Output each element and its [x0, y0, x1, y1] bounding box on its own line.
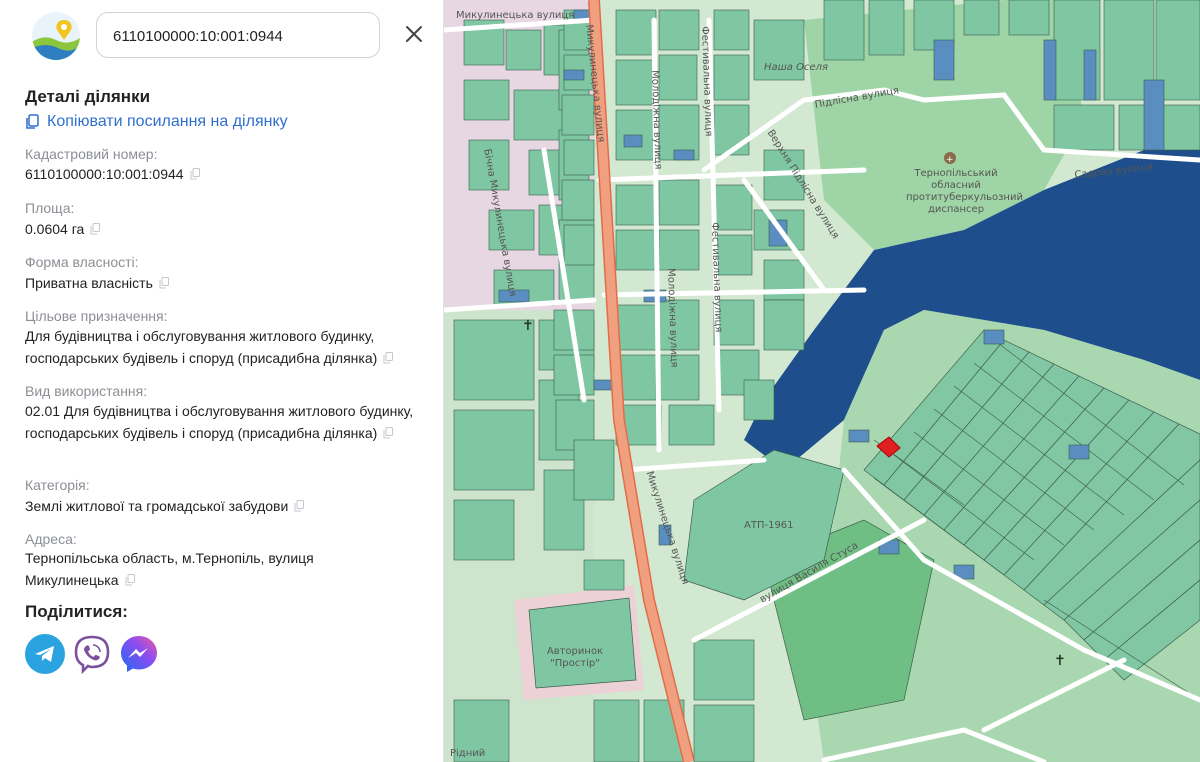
poi-label: АТП-1961 [744, 520, 794, 531]
ownership-label: Форма власності: [25, 254, 139, 270]
copy-icon[interactable] [125, 574, 135, 586]
copy-link-label: Копіювати посилання на ділянку [47, 113, 288, 130]
ownership-text: Приватна власність [25, 275, 153, 291]
share-title: Поділитися: [25, 602, 128, 621]
copy-icon [26, 114, 39, 129]
purpose-value: Для будівництва і обслуговування житлово… [25, 325, 420, 369]
search-input[interactable] [111, 13, 369, 59]
cadastral-map[interactable]: ✝ ✝ + Микулинецька вулиця Микулинецька в… [444, 0, 1200, 762]
svg-text:+: + [946, 155, 954, 165]
share-viber-button[interactable] [72, 634, 112, 675]
details-panel: Деталі ділянки Копіювати посилання на ді… [0, 0, 444, 762]
viber-icon [74, 635, 110, 675]
close-icon [406, 26, 422, 42]
address-value: Тернопільська область, м.Тернопіль, вули… [25, 547, 345, 591]
address-label: Адреса: [25, 531, 77, 547]
share-messenger-button[interactable] [119, 634, 159, 674]
close-button[interactable] [402, 22, 426, 46]
telegram-icon [35, 646, 54, 662]
poi-label: Рідний [450, 748, 486, 759]
section-title: Деталі ділянки [25, 87, 151, 106]
map-pin-logo-icon [32, 12, 80, 60]
area-text: 0.0604 га [25, 221, 85, 237]
area-value: 0.0604 га [25, 218, 420, 240]
poi-label: Наша Оселя [764, 62, 829, 73]
area-label: Площа: [25, 200, 75, 216]
ownership-value: Приватна власність [25, 272, 420, 294]
app-logo[interactable] [32, 12, 80, 60]
church-icon: ✝ [522, 318, 534, 334]
copy-icon[interactable] [294, 500, 305, 512]
cemetery-icon: ✝ [1054, 653, 1066, 669]
search-field[interactable] [96, 12, 380, 59]
copy-icon[interactable] [159, 277, 169, 289]
copy-icon[interactable] [90, 223, 101, 235]
copy-icon[interactable] [383, 427, 394, 439]
messenger-icon [121, 636, 157, 672]
street-label: Микулинецька вулиця [456, 10, 575, 21]
purpose-text: Для будівництва і обслуговування житлово… [25, 328, 378, 366]
category-text: Землі житлової та громадської забудови [25, 498, 289, 514]
usage-type-label: Вид використання: [25, 383, 148, 399]
copy-icon[interactable] [190, 168, 200, 180]
purpose-label: Цільове призначення: [25, 308, 168, 324]
poi-label: Авторинок "Простір" [546, 646, 604, 669]
usage-type-value: 02.01 Для будівництва і обслуговування ж… [25, 400, 420, 444]
category-label: Категорія: [25, 477, 90, 493]
category-value: Землі житлової та громадської забудови [25, 495, 420, 517]
cadastral-number-label: Кадастровий номер: [25, 146, 158, 162]
address-text: Тернопільська область, м.Тернопіль, вули… [25, 550, 314, 588]
cadastral-number-value: 6110100000:10:001:0944 [25, 163, 420, 185]
copy-icon[interactable] [383, 352, 394, 364]
share-telegram-button[interactable] [25, 634, 65, 674]
poi-label: Тернопільський обласний протитуберкульоз… [906, 168, 1023, 215]
copy-link-button[interactable]: Копіювати посилання на ділянку [25, 113, 288, 131]
cadastral-number-text: 6110100000:10:001:0944 [25, 166, 184, 182]
usage-type-text: 02.01 Для будівництва і обслуговування ж… [25, 403, 414, 441]
